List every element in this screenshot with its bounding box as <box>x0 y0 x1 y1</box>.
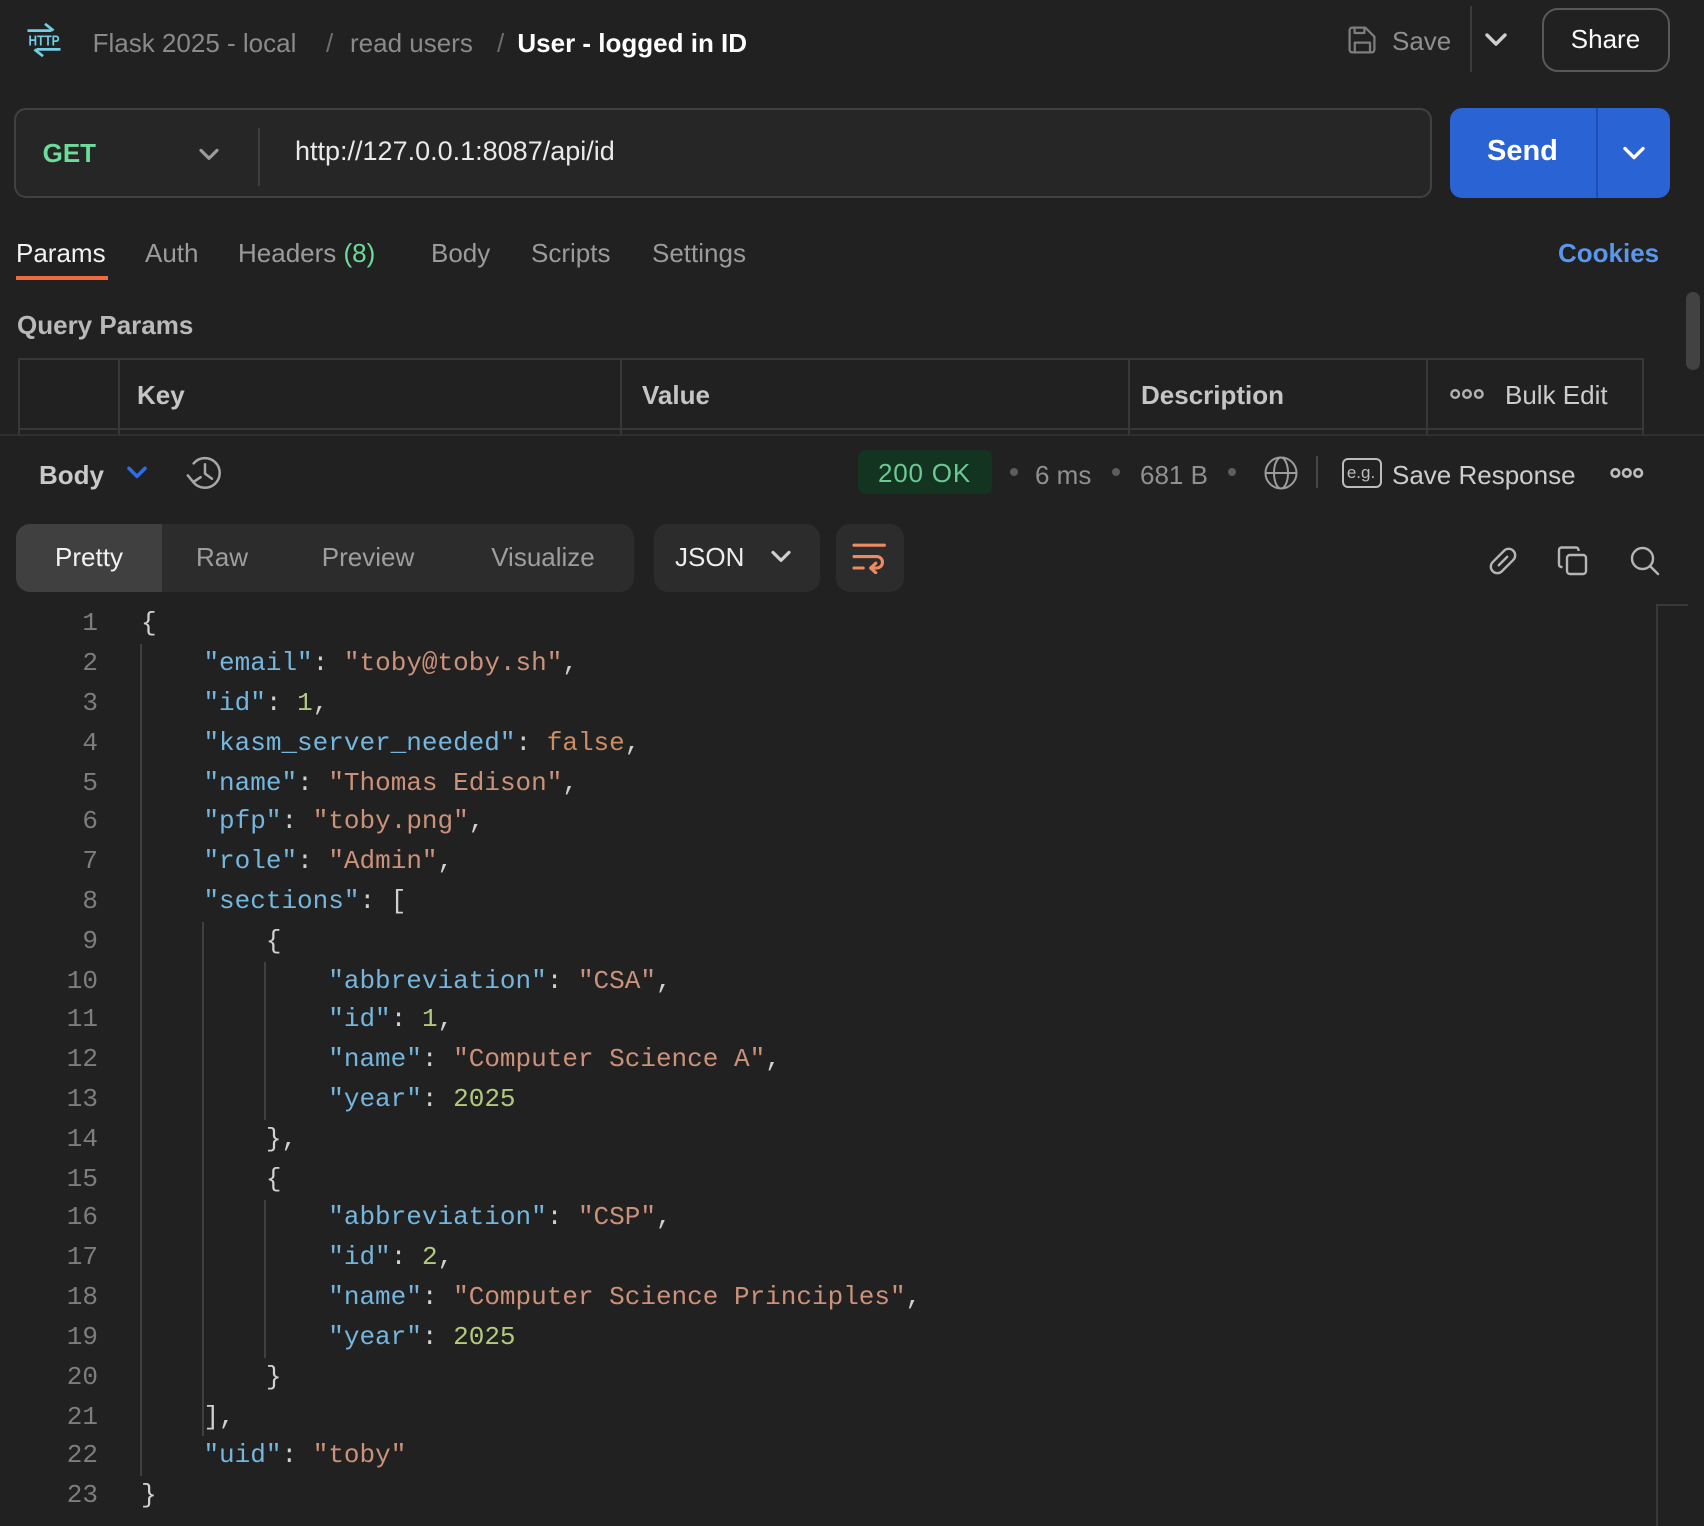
svg-text:HTTP: HTTP <box>28 33 59 49</box>
